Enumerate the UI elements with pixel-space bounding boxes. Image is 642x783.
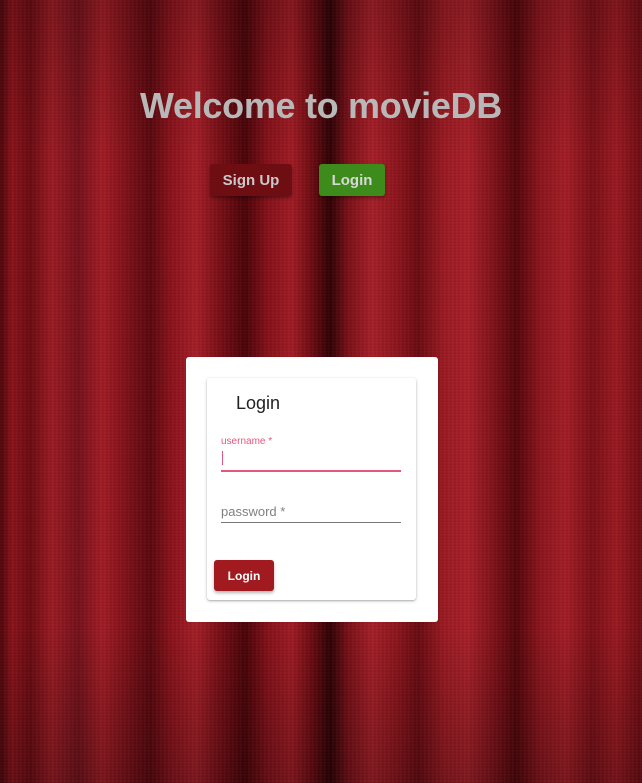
sign-up-button[interactable]: Sign Up (210, 164, 292, 196)
password-input[interactable] (221, 500, 401, 523)
login-card: Login username * Login (207, 378, 416, 600)
login-nav-button[interactable]: Login (319, 164, 385, 196)
login-panel: Login username * Login (186, 357, 438, 622)
login-submit-button[interactable]: Login (214, 560, 274, 591)
password-field (221, 500, 401, 526)
page-title: Welcome to movieDB (139, 85, 503, 126)
username-field: username * (221, 434, 401, 474)
username-input[interactable] (221, 450, 401, 472)
username-label: username * (221, 436, 273, 447)
login-card-title: Login (236, 393, 281, 413)
text-caret (222, 451, 223, 465)
